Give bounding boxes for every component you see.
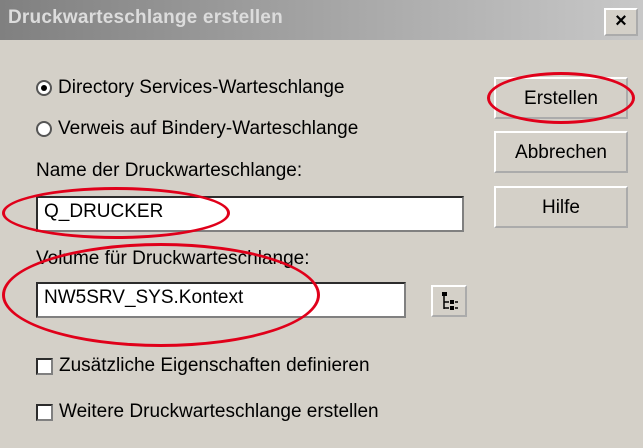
highlight-ellipse-queue-name bbox=[2, 187, 230, 239]
checkbox[interactable] bbox=[36, 357, 53, 375]
radio-bindery-reference-label: Verweis auf Bindery-Warteschlange bbox=[58, 118, 359, 139]
radio-directory-services[interactable]: Directory Services-Warteschlange bbox=[36, 77, 345, 99]
window-title: Druckwarteschlange erstellen bbox=[8, 7, 283, 28]
cancel-button-label: Abbrechen bbox=[515, 142, 607, 163]
radio-button[interactable] bbox=[36, 121, 52, 137]
checkbox-create-more-queues[interactable]: Weitere Druckwarteschlange erstellen bbox=[36, 401, 379, 423]
create-print-queue-dialog: Druckwarteschlange erstellen × Directory… bbox=[0, 0, 643, 448]
close-button[interactable]: × bbox=[604, 8, 638, 36]
title-bar[interactable]: Druckwarteschlange erstellen × bbox=[0, 0, 643, 40]
checkbox-additional-properties[interactable]: Zusätzliche Eigenschaften definieren bbox=[36, 355, 370, 377]
browse-button[interactable] bbox=[431, 285, 467, 317]
cancel-button[interactable]: Abbrechen bbox=[494, 131, 628, 173]
highlight-ellipse-volume bbox=[2, 243, 320, 347]
highlight-ellipse-create bbox=[487, 72, 635, 124]
checkbox-create-more-queues-label: Weitere Druckwarteschlange erstellen bbox=[59, 401, 379, 422]
radio-directory-services-label: Directory Services-Warteschlange bbox=[58, 77, 345, 98]
checkbox[interactable] bbox=[36, 403, 53, 421]
help-button[interactable]: Hilfe bbox=[494, 186, 628, 228]
radio-button-selected[interactable] bbox=[36, 80, 52, 96]
tree-browse-icon bbox=[442, 292, 458, 310]
radio-bindery-reference[interactable]: Verweis auf Bindery-Warteschlange bbox=[36, 118, 358, 140]
checkbox-additional-properties-label: Zusätzliche Eigenschaften definieren bbox=[59, 355, 370, 376]
help-button-label: Hilfe bbox=[541, 197, 580, 218]
close-icon: × bbox=[615, 10, 627, 32]
queue-name-label: Name der Druckwarteschlange: bbox=[36, 160, 303, 181]
